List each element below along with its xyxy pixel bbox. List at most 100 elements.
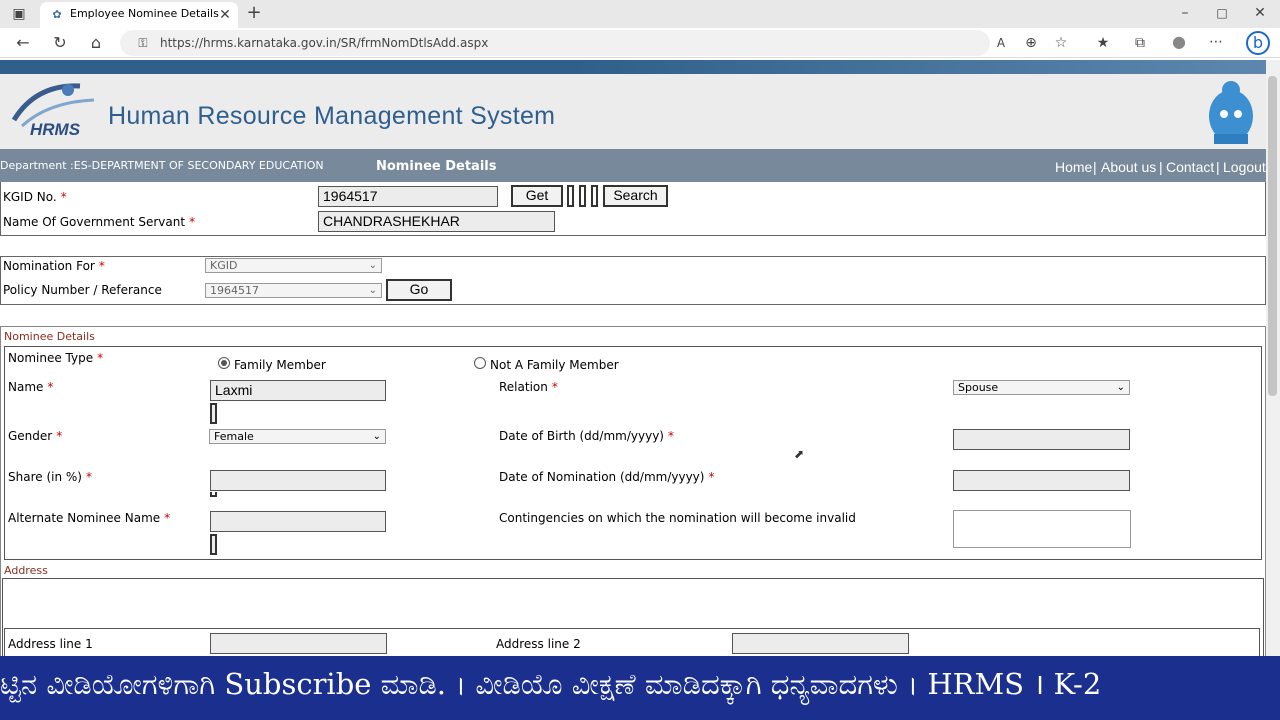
tab-actions-icon[interactable]: ▣ — [10, 6, 28, 22]
address-bar[interactable]: ⚿ https://hrms.karnataka.gov.in/SR/frmNo… — [120, 30, 990, 56]
go-button[interactable]: Go — [386, 279, 452, 301]
contingencies-textarea[interactable] — [953, 510, 1131, 548]
share-input[interactable] — [210, 470, 386, 491]
kgid-input[interactable]: 1964517 — [318, 186, 498, 207]
collections-icon[interactable]: ⧉ — [1131, 35, 1149, 51]
address-line1-input[interactable] — [210, 633, 387, 654]
home-link[interactable]: Home — [1055, 159, 1092, 175]
chevron-down-icon: ⌄ — [372, 431, 381, 442]
mouse-cursor-icon: ⬈ — [794, 447, 805, 461]
family-member-label: Family Member — [234, 358, 326, 372]
nomination-for-select[interactable]: KGID ⌄ — [205, 258, 382, 273]
nominee-name-label: Name * — [8, 380, 54, 394]
about-link[interactable]: About us — [1101, 159, 1156, 175]
profile-icon[interactable]: ● — [1170, 34, 1188, 50]
kgid-label: KGID No. * — [3, 190, 67, 204]
dob-input[interactable] — [953, 429, 1130, 450]
favorites-icon[interactable]: ★ — [1094, 35, 1112, 51]
chevron-down-icon: ⌄ — [368, 285, 377, 296]
page-title: Nominee Details — [376, 159, 497, 174]
site-favicon-icon: ✿ — [52, 8, 62, 21]
hrms-logo: HRMS — [8, 80, 100, 140]
page-content: HRMS Human Resource Management System De… — [0, 60, 1266, 660]
name-extra-box[interactable] — [210, 403, 217, 424]
browser-tab-bar: ▣ ✿ Employee Nominee Details ✕ + – □ ✕ — [0, 0, 1280, 28]
bing-icon[interactable]: b — [1246, 31, 1270, 55]
share-extra-box[interactable] — [210, 492, 217, 497]
system-title: Human Resource Management System — [108, 102, 556, 130]
nomination-for-label: Nomination For * — [3, 259, 105, 273]
zoom-icon[interactable]: ⊕ — [1022, 35, 1040, 51]
address-line2-label: Address line 2 — [496, 637, 581, 651]
policy-value: 1964517 — [210, 284, 259, 297]
logo-text: HRMS — [30, 120, 81, 139]
home-icon[interactable]: ⌂ — [87, 35, 105, 51]
contact-link[interactable]: Contact — [1166, 159, 1214, 175]
browser-tab[interactable]: ✿ Employee Nominee Details ✕ — [40, 2, 238, 28]
nomination-date-input[interactable] — [953, 470, 1130, 491]
read-aloud-icon[interactable]: A — [992, 35, 1010, 51]
relation-select[interactable]: Spouse ⌄ — [953, 380, 1130, 395]
search-button[interactable]: Search — [603, 185, 668, 207]
small-box[interactable] — [567, 185, 574, 207]
minimize-icon[interactable]: – — [1176, 5, 1194, 21]
nav-separator: | — [1093, 159, 1097, 175]
more-icon[interactable]: ⋯ — [1207, 34, 1225, 50]
ticker-text: ಟ್ಟಿನ ವೀಡಿಯೋಗಳಿಗಾಗಿ Subscribe ಮಾಡಿ. । ವೀ… — [0, 667, 1102, 701]
browser-toolbar: ← ↻ ⌂ ⚿ https://hrms.karnataka.gov.in/SR… — [0, 28, 1280, 58]
address-line1-label: Address line 1 — [8, 637, 93, 651]
logout-link[interactable]: Logout — [1223, 159, 1266, 175]
dob-label: Date of Birth (dd/mm/yyyy) * — [499, 429, 674, 443]
not-family-member-label: Not A Family Member — [490, 358, 619, 372]
nominee-section-title: Nominee Details — [4, 330, 95, 343]
nominee-name-input[interactable]: Laxmi — [210, 380, 386, 401]
contingencies-label: Contingencies on which the nomination wi… — [499, 511, 856, 525]
address-section-title: Address — [4, 564, 48, 577]
small-box[interactable] — [579, 185, 586, 207]
news-ticker: ಟ್ಟಿನ ವೀಡಿಯೋಗಳಿಗಾಗಿ Subscribe ಮಾಡಿ. । ವೀ… — [0, 656, 1280, 720]
servant-name-input[interactable]: CHANDRASHEKHAR — [318, 211, 555, 232]
url-text: https://hrms.karnataka.gov.in/SR/frmNomD… — [160, 36, 489, 50]
navigation-bar: Department :ES-DEPARTMENT OF SECONDARY E… — [0, 149, 1266, 182]
close-window-icon[interactable]: ✕ — [1251, 5, 1269, 21]
new-tab-icon[interactable]: + — [245, 4, 263, 22]
servant-name-label: Name Of Government Servant * — [3, 215, 196, 229]
get-button[interactable]: Get — [511, 185, 563, 207]
nomination-panel — [0, 256, 1266, 305]
nominee-type-label: Nominee Type * — [8, 351, 104, 365]
share-label: Share (in %) * — [8, 470, 92, 484]
alternate-nominee-input[interactable] — [210, 511, 386, 532]
nomination-date-label: Date of Nomination (dd/mm/yyyy) * — [499, 470, 715, 484]
karnataka-emblem-icon — [1196, 76, 1266, 148]
gender-select[interactable]: Female ⌄ — [209, 429, 386, 444]
not-family-member-radio[interactable] — [474, 357, 486, 369]
address-line2-input[interactable] — [732, 633, 909, 654]
lock-icon: ⚿ — [138, 36, 148, 50]
alternate-nominee-label: Alternate Nominee Name * — [8, 511, 171, 525]
tab-title: Employee Nominee Details — [70, 7, 219, 20]
relation-value: Spouse — [958, 381, 999, 394]
relation-label: Relation * — [499, 380, 558, 394]
policy-label: Policy Number / Referance — [3, 283, 162, 297]
gender-label: Gender * — [8, 429, 63, 443]
back-icon[interactable]: ← — [14, 35, 32, 51]
favorite-icon[interactable]: ☆ — [1052, 35, 1070, 51]
gender-value: Female — [214, 430, 254, 443]
alternate-extra-box[interactable] — [210, 534, 217, 555]
refresh-icon[interactable]: ↻ — [51, 35, 69, 51]
nav-separator: | — [1159, 159, 1163, 175]
family-member-radio[interactable] — [218, 357, 230, 369]
policy-select[interactable]: 1964517 ⌄ — [205, 283, 382, 298]
site-header: HRMS Human Resource Management System — [0, 74, 1266, 149]
chevron-down-icon: ⌄ — [368, 260, 377, 271]
chevron-down-icon: ⌄ — [1116, 382, 1125, 393]
small-box[interactable] — [591, 185, 598, 207]
nomination-for-value: KGID — [210, 259, 238, 272]
nav-separator: | — [1216, 159, 1220, 175]
radio-dot — [221, 360, 227, 366]
maximize-icon[interactable]: □ — [1213, 5, 1231, 21]
close-tab-icon[interactable]: ✕ — [216, 7, 234, 23]
top-strip — [0, 60, 1266, 74]
scrollbar-thumb[interactable] — [1268, 76, 1277, 396]
department-label: Department :ES-DEPARTMENT OF SECONDARY E… — [0, 159, 324, 172]
